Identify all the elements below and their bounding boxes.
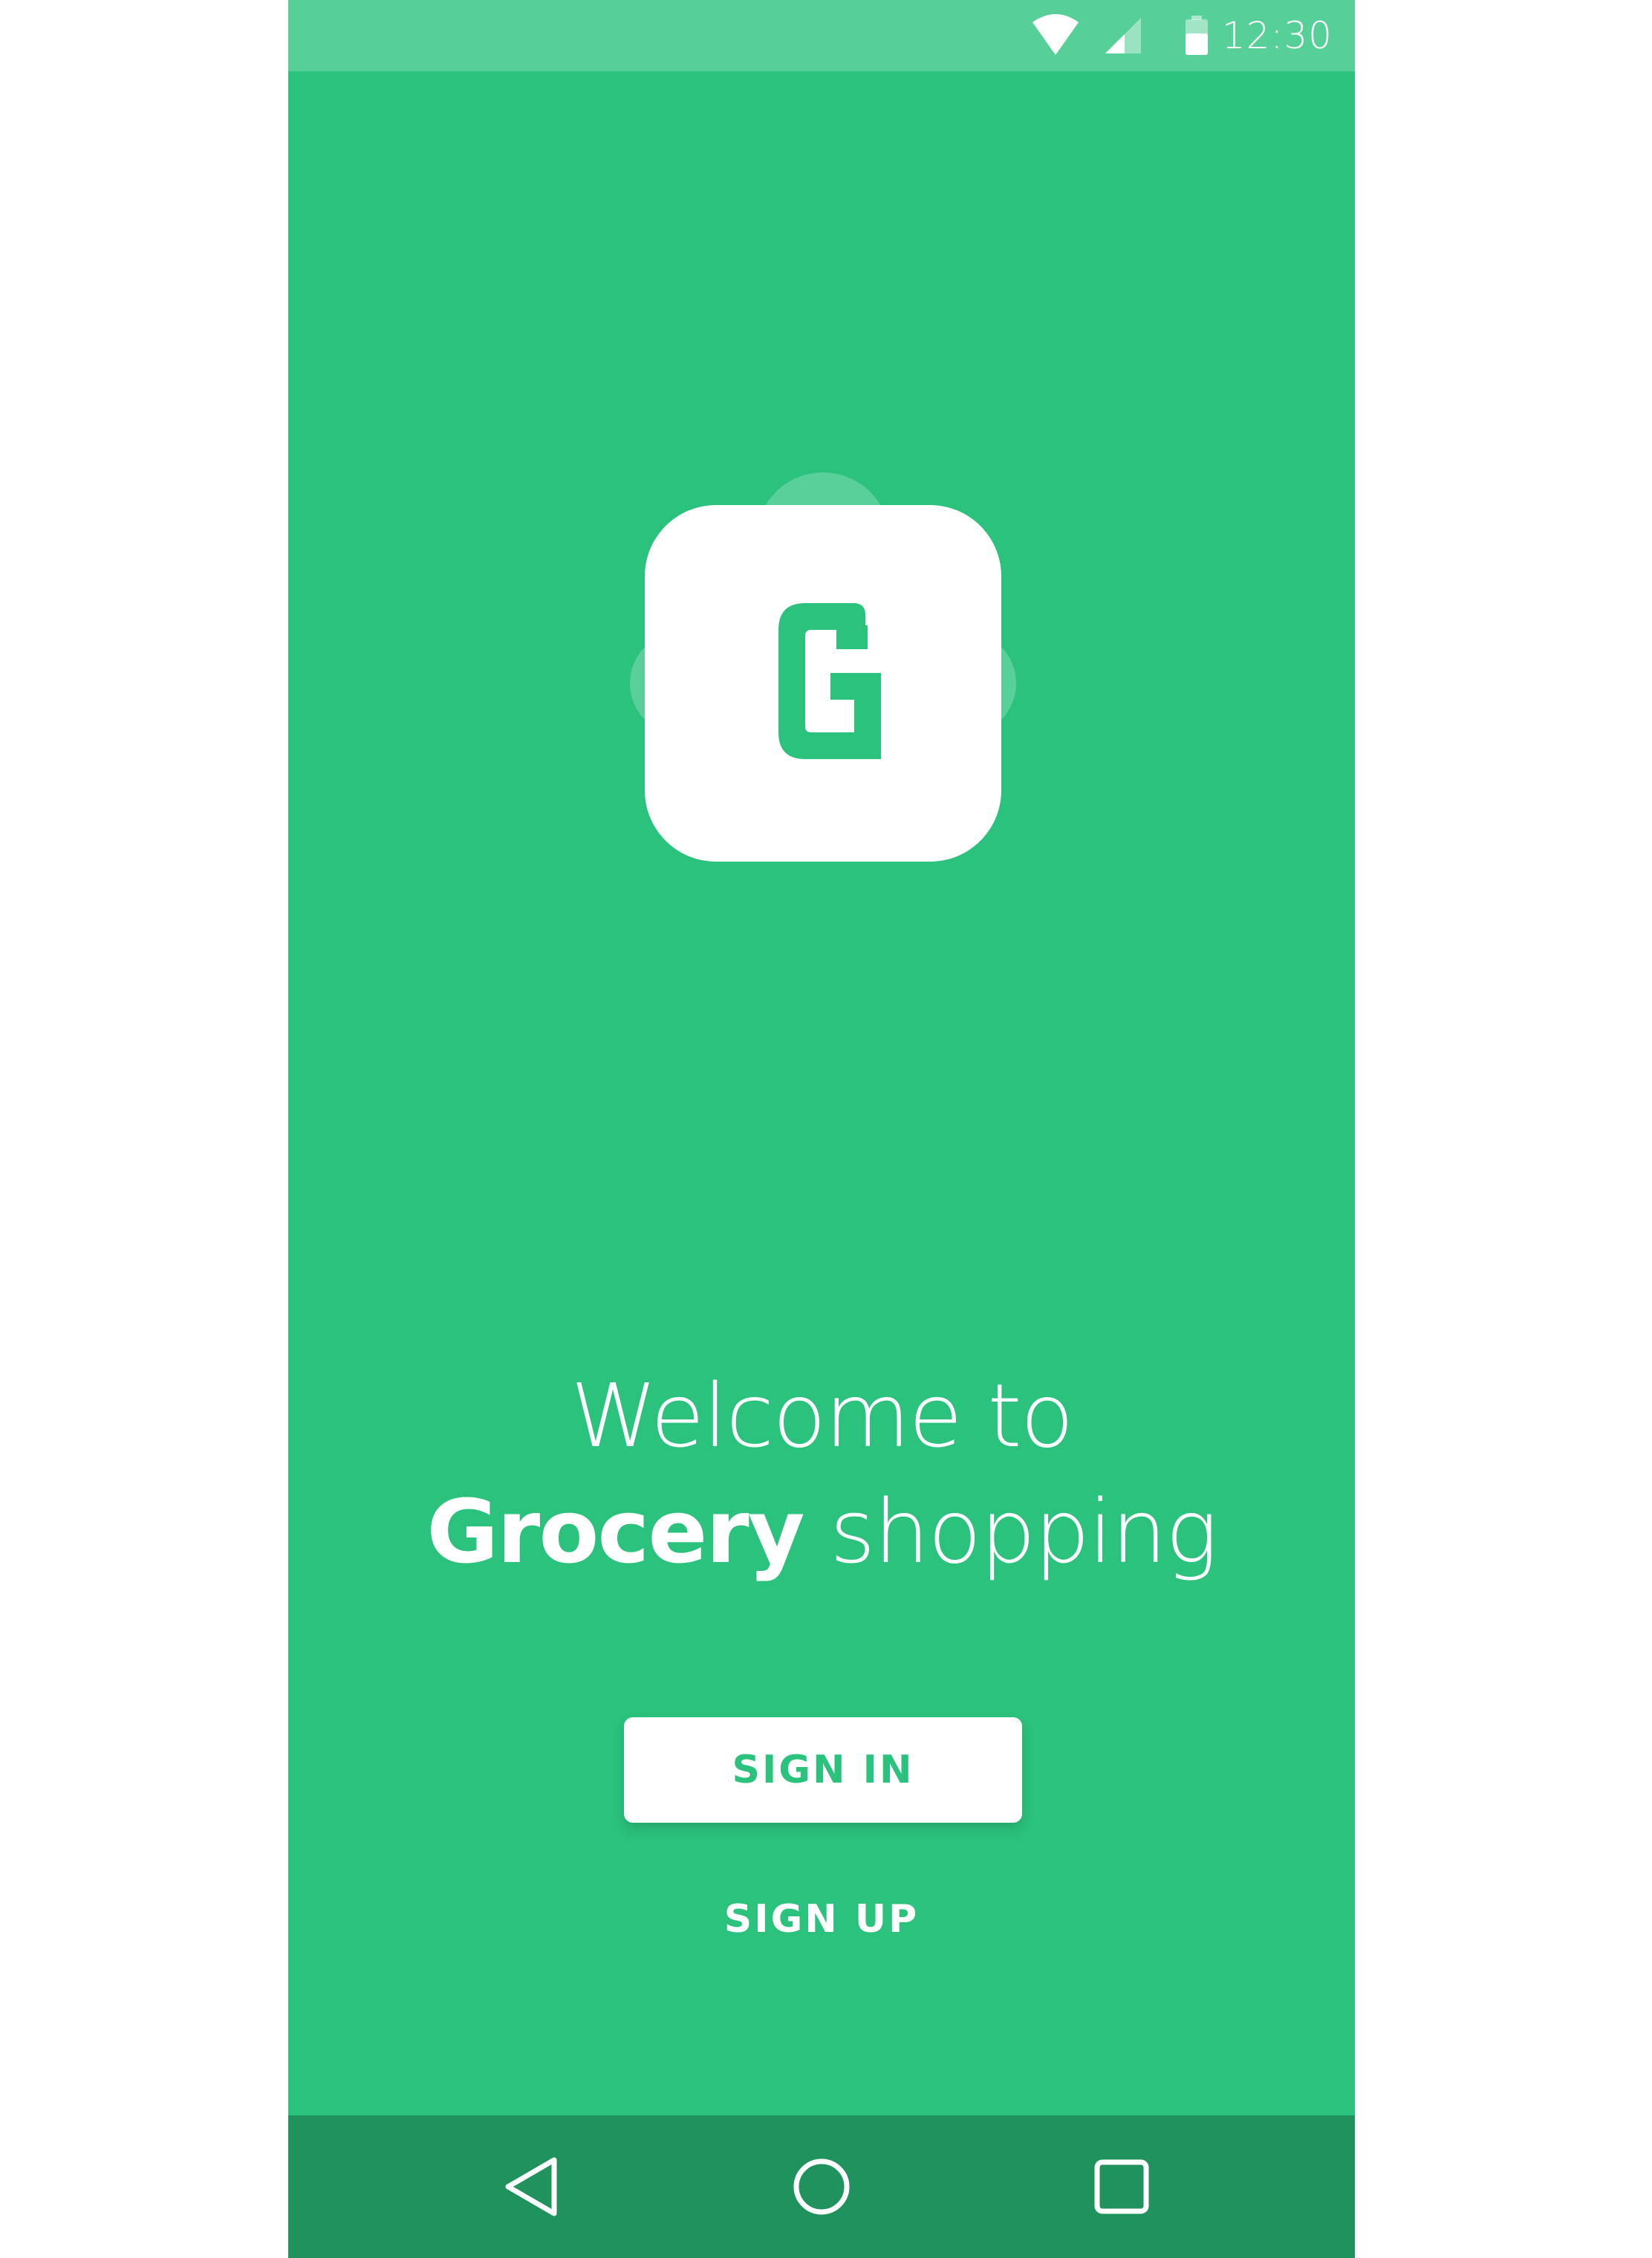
back-button[interactable]	[461, 2115, 603, 2258]
wifi-icon	[1031, 0, 1080, 71]
recents-button[interactable]	[1050, 2115, 1193, 2258]
home-button[interactable]	[750, 2115, 893, 2258]
sign-up-button[interactable]: SIGN UP	[673, 1882, 970, 1956]
recents-icon	[1094, 2159, 1149, 2214]
cell-signal-icon	[1104, 0, 1142, 71]
welcome-title-rest: shopping	[803, 1480, 1218, 1583]
app-logo	[615, 472, 1031, 873]
battery-icon	[1184, 0, 1209, 71]
welcome-app-name: Grocery	[426, 1480, 804, 1583]
phone-screen: 12:30 Welcome to Grocery shopping SIGN I…	[288, 0, 1355, 2258]
navigation-bar	[288, 2115, 1355, 2258]
welcome-title-line1: Welcome to	[570, 1364, 1074, 1467]
status-time: 12:30	[1221, 14, 1333, 57]
status-bar: 12:30	[288, 0, 1355, 71]
back-icon	[505, 2157, 557, 2216]
logo-g-icon	[778, 603, 881, 759]
sign-in-button[interactable]: SIGN IN	[624, 1717, 1022, 1823]
welcome-title-line2: Grocery shopping	[288, 1472, 1355, 1591]
home-icon	[793, 2158, 850, 2215]
